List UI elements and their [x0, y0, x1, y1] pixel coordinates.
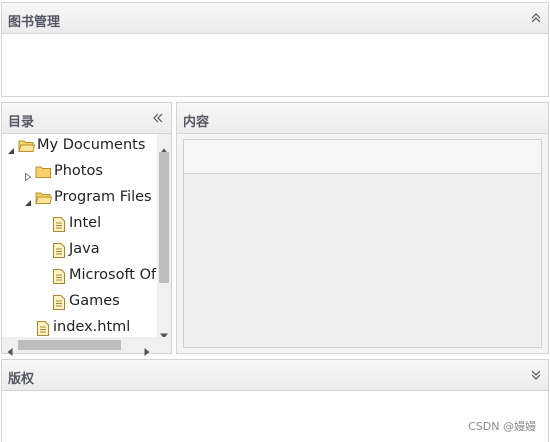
collapsed-triangle-icon[interactable] — [24, 169, 32, 182]
tree-node-label: Intel — [69, 215, 102, 231]
tree-node-label: Program Files — [54, 189, 152, 205]
center-panel: 内容 — [176, 102, 549, 354]
expand-down-icon[interactable] — [530, 369, 542, 381]
scrollbar-thumb[interactable] — [159, 152, 169, 283]
folder-open-icon — [35, 191, 53, 209]
tree-node-label: Java — [69, 241, 100, 257]
center-panel-title: 内容 — [183, 115, 210, 130]
file-icon — [52, 243, 66, 262]
tree-node-label: index.html — [53, 319, 131, 335]
west-panel-header: 目录 — [2, 103, 171, 134]
north-panel-title: 图书管理 — [8, 15, 61, 30]
scroll-left-icon[interactable] — [7, 341, 13, 360]
north-panel-header: 图书管理 — [2, 3, 548, 34]
expanded-triangle-icon[interactable] — [24, 195, 32, 206]
tree-node-label: Photos — [54, 163, 103, 179]
folder-icon — [35, 165, 52, 183]
tree-node-label: Games — [69, 293, 120, 309]
south-panel-header: 版权 — [2, 360, 548, 391]
file-icon — [52, 269, 66, 288]
watermark: CSDN @嫚嫚 — [468, 420, 536, 433]
center-panel-header: 内容 — [177, 103, 548, 134]
collapse-left-icon[interactable] — [152, 112, 164, 124]
tree-node-label: Microsoft Of — [69, 267, 157, 283]
tree-vertical-scrollbar[interactable] — [157, 134, 171, 339]
file-icon — [52, 295, 66, 314]
expanded-triangle-icon[interactable] — [7, 143, 15, 154]
tree-node-label: My Documents — [37, 137, 146, 153]
tree-view[interactable]: My Documents Photos Program Files Intel … — [2, 134, 157, 337]
folder-open-icon — [18, 139, 36, 157]
content-tabs-header — [184, 140, 541, 174]
file-icon — [52, 217, 66, 236]
west-panel: 目录 My Documents Photos Program Files Int… — [1, 102, 172, 356]
scroll-right-icon[interactable] — [144, 341, 150, 360]
scrollbar-corner — [157, 337, 171, 353]
tree-horizontal-scrollbar[interactable] — [2, 337, 157, 356]
center-panel-body — [177, 134, 548, 353]
collapse-up-icon[interactable] — [530, 12, 542, 24]
north-panel: 图书管理 — [1, 2, 549, 97]
file-icon — [36, 321, 50, 337]
west-panel-title: 目录 — [8, 115, 35, 130]
south-panel: 版权 — [1, 359, 549, 442]
content-tabs-container — [183, 139, 542, 348]
south-panel-title: 版权 — [8, 372, 35, 387]
scrollbar-thumb[interactable] — [18, 340, 121, 350]
